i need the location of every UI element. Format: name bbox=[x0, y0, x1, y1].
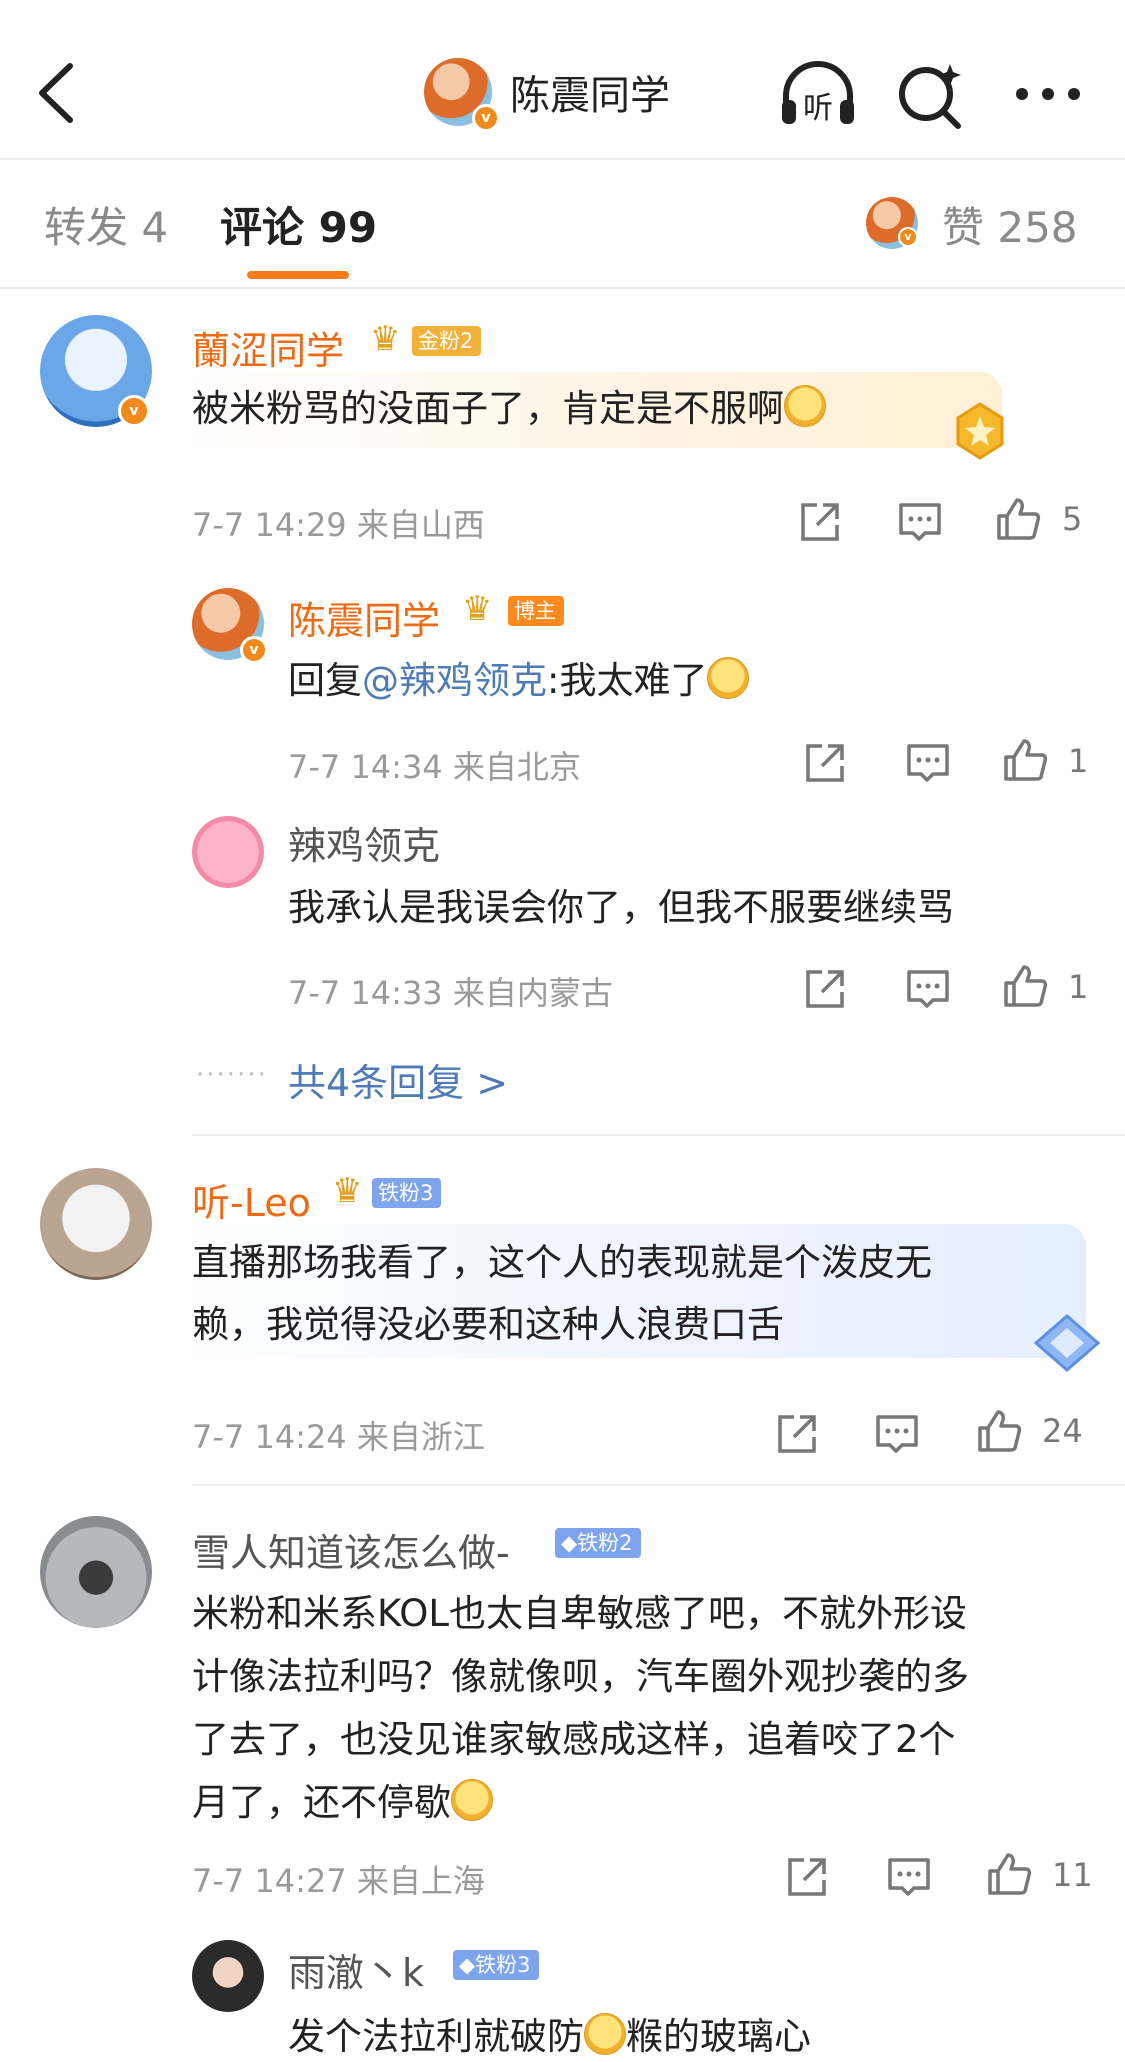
listen-label: 听 bbox=[803, 91, 833, 126]
comment-text-line: 月了，还不停歇 bbox=[192, 1772, 493, 1834]
laugh-cry-emoji-icon bbox=[707, 657, 750, 699]
like-icon[interactable] bbox=[974, 1406, 1024, 1456]
avatar[interactable] bbox=[40, 1168, 152, 1280]
fan-badge[interactable]: 铁粉3 bbox=[372, 1178, 442, 1208]
gold-star-badge-icon bbox=[956, 402, 1004, 460]
comment-text: 被米粉骂的没面子了，肯定是不服啊 bbox=[192, 378, 826, 440]
like-count: 5 bbox=[1062, 500, 1083, 538]
commenter-name[interactable]: 雨澈丶k bbox=[288, 1942, 424, 1997]
comment-icon[interactable] bbox=[903, 964, 953, 1014]
comment-text-line: 计像法拉利吗？像就像呗，汽车圈外观抄袭的多 bbox=[192, 1655, 969, 1698]
verified-icon: v bbox=[240, 636, 268, 664]
tab-repost[interactable]: 转发 4 bbox=[44, 194, 168, 255]
post-author[interactable]: v 陈震同学 bbox=[424, 54, 670, 132]
comment-icon[interactable] bbox=[895, 497, 945, 547]
like-icon[interactable] bbox=[984, 1849, 1034, 1899]
commenter-name[interactable]: 雪人知道该怎么做- bbox=[192, 1522, 510, 1577]
like-count: 11 bbox=[1052, 1856, 1093, 1894]
tab-like[interactable]: 赞 258 bbox=[942, 194, 1078, 255]
commenter-name[interactable]: 听-Leo bbox=[192, 1172, 311, 1227]
mention-link[interactable]: @辣鸡领克 bbox=[362, 659, 547, 702]
diamond-icon: ◆ bbox=[561, 1531, 578, 1555]
comment-meta: 7-7 14:33 来自内蒙古 bbox=[288, 974, 613, 1012]
like-icon[interactable] bbox=[1000, 961, 1050, 1011]
tab-comment[interactable]: 评论 99 bbox=[220, 194, 377, 255]
commenter-name[interactable]: 辣鸡领克 bbox=[288, 815, 440, 870]
share-icon[interactable] bbox=[795, 497, 845, 547]
commenter-name[interactable]: 蘭涩同学 bbox=[192, 320, 344, 375]
comment-text-line: 直播那场我看了，这个人的表现就是个泼皮无 bbox=[192, 1241, 932, 1284]
diamond-icon: ◆ bbox=[459, 1953, 476, 1977]
active-tab-indicator bbox=[247, 271, 349, 279]
host-badge: 博主 bbox=[508, 596, 564, 626]
crown-icon: ♛ bbox=[370, 319, 401, 359]
page-title: 陈震同学 bbox=[510, 73, 670, 119]
blue-diamond-badge-icon bbox=[1033, 1314, 1101, 1372]
crown-icon: ♛ bbox=[332, 1171, 363, 1211]
fan-badge[interactable]: ◆铁粉3 bbox=[453, 1950, 539, 1980]
like-icon[interactable] bbox=[993, 494, 1043, 544]
avatar[interactable] bbox=[192, 816, 264, 888]
search-sparkle-icon[interactable] bbox=[892, 56, 972, 132]
reply-text: 我承认是我误会你了，但我不服要继续骂 bbox=[288, 886, 954, 929]
reply-text: 回复@辣鸡领克:我太难了 bbox=[288, 650, 750, 712]
comment-text-line: 米粉和米系KOL也太自卑敏感了吧，不就外形设 bbox=[192, 1592, 967, 1635]
share-icon[interactable] bbox=[800, 738, 850, 788]
chevron-left-icon[interactable] bbox=[28, 58, 88, 128]
verified-icon: v bbox=[472, 104, 500, 132]
laugh-cry-emoji-icon bbox=[584, 2013, 626, 2055]
comment-meta: 7-7 14:24 来自浙江 bbox=[192, 1418, 485, 1456]
comment-text-line: 赖，我觉得没必要和这种人浪费口舌 bbox=[192, 1303, 784, 1346]
dotted-line: ······· bbox=[196, 1060, 268, 1090]
like-count: 1 bbox=[1068, 742, 1089, 780]
share-icon[interactable] bbox=[800, 964, 850, 1014]
like-count: 24 bbox=[1042, 1412, 1083, 1450]
comment-meta: 7-7 14:27 来自上海 bbox=[192, 1862, 485, 1900]
liker-avatar[interactable]: v bbox=[866, 197, 918, 249]
share-icon[interactable] bbox=[782, 1852, 832, 1902]
avatar[interactable] bbox=[192, 1940, 264, 2012]
share-icon[interactable] bbox=[772, 1409, 822, 1459]
reply-text: 发个法拉利就破防 糇的玻璃心 bbox=[288, 2013, 811, 2058]
divider bbox=[0, 287, 1125, 289]
comment-text-line: 了去了，也没见谁家敏感成这样，追着咬了2个 bbox=[192, 1718, 956, 1761]
comment-icon[interactable] bbox=[884, 1852, 934, 1902]
comment-icon[interactable] bbox=[903, 738, 953, 788]
author-avatar[interactable]: v bbox=[424, 58, 500, 132]
comment-meta: 7-7 14:29 来自山西 bbox=[192, 506, 485, 544]
more-icon[interactable] bbox=[1008, 56, 1088, 132]
laugh-cry-emoji-icon bbox=[451, 1779, 493, 1821]
top-bar: v 陈震同学 听 bbox=[0, 0, 1125, 158]
like-count: 1 bbox=[1068, 968, 1089, 1006]
comment-meta: 7-7 14:34 来自北京 bbox=[288, 748, 581, 786]
divider bbox=[0, 158, 1125, 160]
commenter-name[interactable]: 陈震同学 bbox=[288, 590, 440, 645]
divider bbox=[192, 1134, 1125, 1136]
more-replies-link[interactable]: 共4条回复 > bbox=[288, 1052, 508, 1107]
comment-icon[interactable] bbox=[872, 1409, 922, 1459]
grin-emoji-icon bbox=[784, 385, 826, 427]
crown-icon: ♛ bbox=[462, 589, 493, 629]
fan-badge[interactable]: ◆铁粉2 bbox=[555, 1528, 641, 1558]
avatar[interactable] bbox=[40, 1516, 152, 1628]
verified-icon: v bbox=[898, 227, 918, 247]
headphones-icon[interactable]: 听 bbox=[778, 56, 858, 132]
divider bbox=[192, 1484, 1125, 1486]
like-icon[interactable] bbox=[1000, 735, 1050, 785]
fan-badge[interactable]: 金粉2 bbox=[412, 326, 482, 356]
verified-icon: v bbox=[118, 395, 150, 427]
